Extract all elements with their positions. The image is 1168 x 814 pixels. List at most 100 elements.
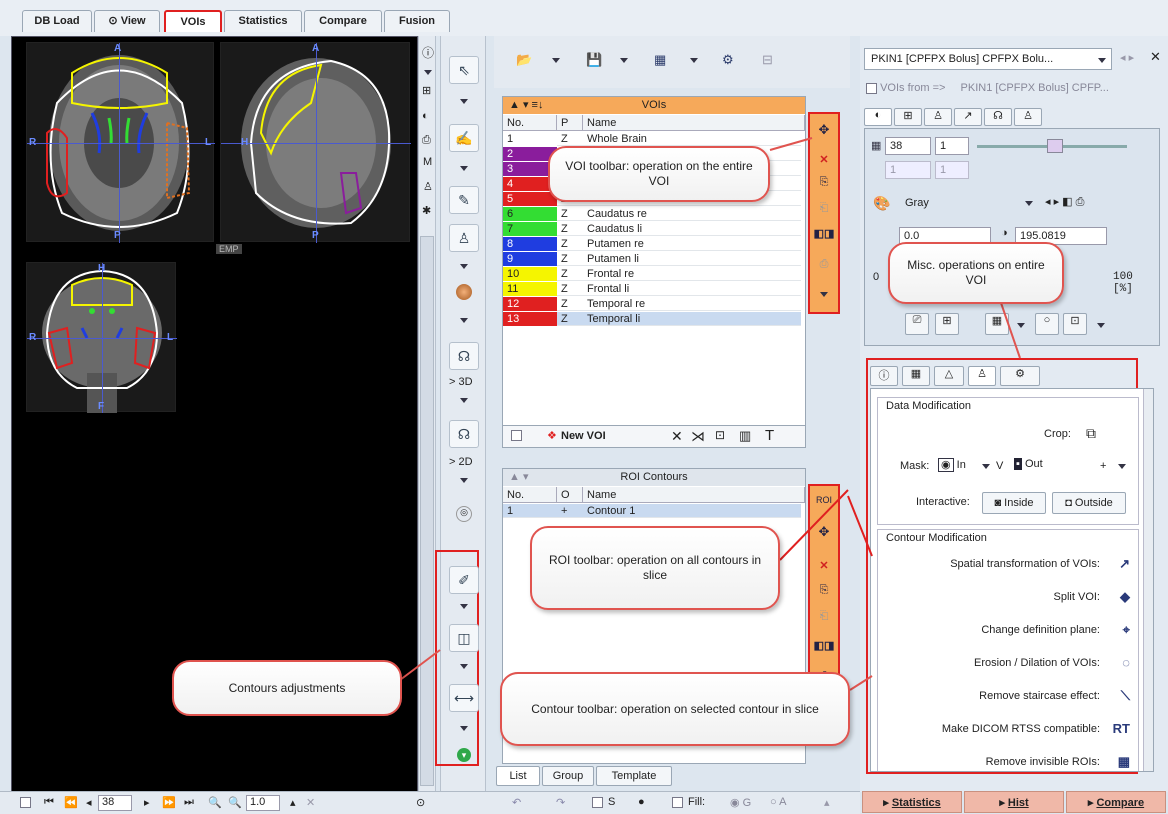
to-3d-link[interactable]: > 3D xyxy=(449,376,473,388)
chevron-down-icon[interactable] xyxy=(690,58,698,63)
col-no[interactable]: No. xyxy=(503,487,557,503)
nav-prev-fast-icon[interactable]: ⏪ xyxy=(64,796,78,809)
sort-icon[interactable]: ▲ ▾ ≡↓ xyxy=(509,97,543,114)
col-no[interactable]: No. xyxy=(503,115,557,131)
chevron-down-icon[interactable] xyxy=(1097,323,1105,328)
tab-contrast-icon[interactable]: ◐ xyxy=(864,108,892,126)
zoom-in-icon[interactable]: 🔍 xyxy=(208,796,222,809)
outside-button[interactable]: ◘ Outside xyxy=(1052,492,1126,514)
delete-icon[interactable]: ✕ xyxy=(671,428,683,445)
ops-scrollbar[interactable] xyxy=(1143,389,1153,771)
chevron-down-icon[interactable] xyxy=(460,166,468,171)
sort-icon[interactable]: ▲ ▾ xyxy=(509,469,528,486)
vois-from-row[interactable]: VOIs from => PKIN1 [CPFPX Bolus] CPFP... xyxy=(866,82,1109,94)
mask-out-button[interactable]: ▪ Out xyxy=(1014,458,1043,470)
info-icon[interactable]: ⓘ xyxy=(422,44,434,61)
series-select[interactable]: PKIN1 [CPFPX Bolus] CPFPX Bolu... xyxy=(864,48,1112,70)
coronal-slice[interactable]: H F R L xyxy=(26,262,177,413)
tab-chart-icon[interactable]: ↗ xyxy=(954,108,982,126)
person-icon[interactable]: ♙ xyxy=(423,180,433,193)
prev-next-icon[interactable]: ◂ ▸ xyxy=(1120,51,1134,64)
tab-statistics[interactable]: Statistics xyxy=(224,10,302,32)
voi-row[interactable]: 7 Z Caudatus li xyxy=(503,222,801,236)
erosion-icon[interactable]: ◌ xyxy=(1122,655,1130,670)
zoom-reset-icon[interactable]: ✕ xyxy=(306,796,315,809)
nav-last-icon[interactable]: ⏭ xyxy=(184,796,194,809)
roi-row[interactable]: 1 + Contour 1 xyxy=(503,504,801,518)
chevron-down-icon[interactable] xyxy=(460,398,468,403)
overlay-icon[interactable]: ⊡ xyxy=(1063,313,1087,335)
contour-circle-icon[interactable]: ◎ xyxy=(456,506,472,522)
delete-roi-icon[interactable]: ✕ xyxy=(813,556,835,576)
m-icon[interactable]: M xyxy=(423,156,432,168)
mirror-roi-icon[interactable]: ◧◨ xyxy=(813,636,835,656)
axial-slice[interactable]: A P R L xyxy=(26,42,215,243)
text-icon[interactable]: T xyxy=(765,427,774,444)
tab-triangle-icon[interactable]: △ xyxy=(934,366,964,386)
tab-group[interactable]: Group xyxy=(542,766,594,786)
remove-rois-icon[interactable]: ▦ xyxy=(1118,754,1130,770)
chevron-down-icon[interactable] xyxy=(1017,323,1025,328)
chevron-down-icon[interactable] xyxy=(982,464,990,469)
voi-row[interactable]: 10 Z Frontal re xyxy=(503,267,801,281)
zoom-up-icon[interactable]: ▴ xyxy=(290,796,296,809)
link-icon[interactable]: ⚙ xyxy=(722,52,734,68)
slice-step-input[interactable]: 1 xyxy=(935,137,969,155)
delete-voi-icon[interactable]: ✕ xyxy=(813,150,835,170)
sagittal-slice[interactable]: A P H xyxy=(220,42,411,243)
slice-input[interactable]: 38 xyxy=(885,137,931,155)
col-o[interactable]: O xyxy=(557,487,583,503)
2d-brain-button[interactable]: ☊ xyxy=(449,420,479,448)
chevron-down-icon[interactable] xyxy=(460,478,468,483)
vois-from-checkbox[interactable] xyxy=(866,82,877,94)
person-tool-button[interactable]: ♙ xyxy=(449,224,479,252)
rtss-icon[interactable]: RT xyxy=(1113,721,1130,736)
tab-compare[interactable]: Compare xyxy=(304,10,382,32)
move-voi-icon[interactable]: ✥ xyxy=(813,120,835,140)
chevron-down-icon[interactable] xyxy=(460,318,468,323)
crop-icon[interactable]: ⧉ xyxy=(1086,425,1096,442)
save-icon[interactable]: 💾 xyxy=(586,52,602,68)
tab-person-icon[interactable]: ♙ xyxy=(924,108,952,126)
overlay-toggle-icon[interactable]: ⊙ xyxy=(416,796,425,809)
tab-ops-icon[interactable]: ⚙ xyxy=(1000,366,1040,386)
printer-icon[interactable]: ⎙ xyxy=(422,134,431,147)
chevron-down-icon[interactable] xyxy=(620,58,628,63)
tab-vois[interactable]: VOIs xyxy=(164,10,222,32)
redo-icon[interactable]: ↷ xyxy=(556,796,565,809)
cube-contour-button[interactable]: ◫ xyxy=(449,624,479,652)
tab-view[interactable]: ⊙ View xyxy=(94,10,160,32)
copy-roi-icon[interactable]: ⎘ xyxy=(813,580,835,600)
voi-row[interactable]: 9 Z Putamen li xyxy=(503,252,801,266)
staircase-icon[interactable]: ⟍ xyxy=(1121,688,1130,704)
zoom-input[interactable]: 1.0 xyxy=(246,795,280,811)
chevron-down-icon[interactable] xyxy=(460,99,468,104)
voi-icon[interactable]: ⊡ xyxy=(715,428,725,442)
up-icon[interactable]: ▴ xyxy=(824,796,830,809)
open-folder-icon[interactable]: 📂 xyxy=(516,52,532,68)
zoom-out-icon[interactable]: 🔍 xyxy=(228,796,242,809)
nav-checkbox[interactable] xyxy=(20,797,31,808)
tab-stats-icon[interactable]: ▦ xyxy=(902,366,930,386)
smooth-contour-button[interactable]: ✐ xyxy=(449,566,479,594)
close-icon[interactable]: ✕ xyxy=(1150,49,1161,65)
expand-down-icon[interactable]: ▾ xyxy=(457,748,471,762)
mirror-contour-button[interactable]: ⟷ xyxy=(449,684,479,712)
nav-next-icon[interactable]: ▸ xyxy=(144,796,150,809)
chevron-down-icon[interactable] xyxy=(552,58,560,63)
chevron-down-icon[interactable] xyxy=(1098,58,1106,63)
g-radio[interactable]: ◉ G xyxy=(730,796,751,809)
tab-brain-icon[interactable]: ☊ xyxy=(984,108,1012,126)
voi-row[interactable]: 11 Z Frontal li xyxy=(503,282,801,296)
mask-plus[interactable]: + xyxy=(1100,460,1106,472)
colormap-nav-icon[interactable]: ◂ ▸ ◧ ⎙ xyxy=(1045,195,1084,209)
mirror-voi-icon[interactable]: ◧◨ xyxy=(813,224,835,244)
voi-row[interactable]: 12 Z Temporal re xyxy=(503,297,801,311)
mask-in-button[interactable]: ◉ In xyxy=(938,458,966,472)
chevron-down-icon[interactable] xyxy=(1118,464,1126,469)
delete-all-icon[interactable]: ⋊ xyxy=(691,428,705,445)
roi-select-icon[interactable]: ROI xyxy=(813,490,835,510)
a-radio[interactable]: ○ A xyxy=(770,796,786,808)
col-name[interactable]: Name xyxy=(583,115,805,131)
chevron-down-icon[interactable] xyxy=(424,70,432,75)
